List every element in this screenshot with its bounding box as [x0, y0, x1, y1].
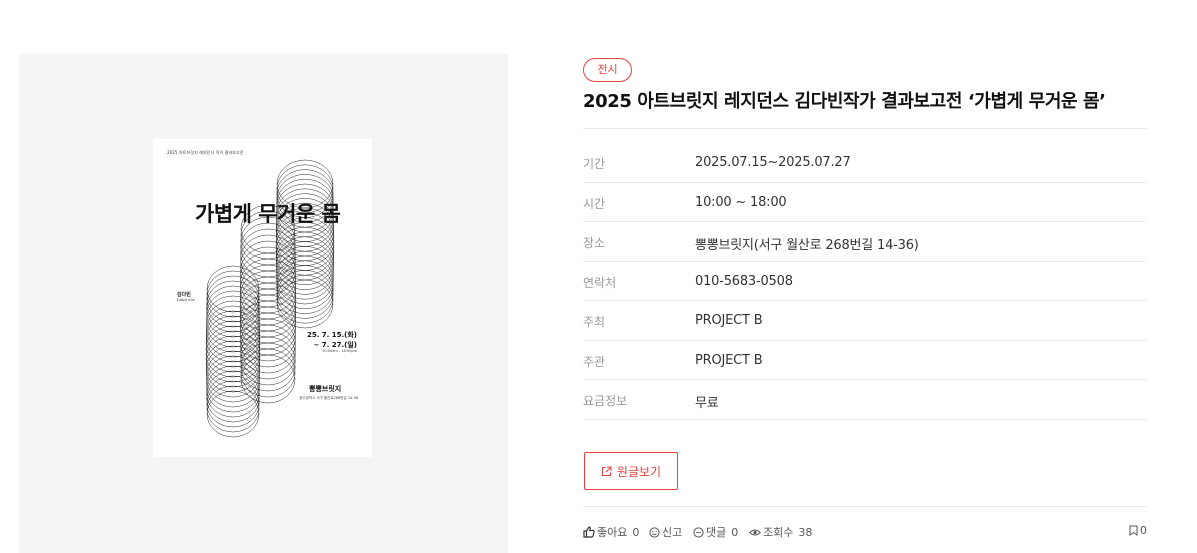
bookmark-icon — [1129, 525, 1138, 536]
detail-row-time: 시간 10:00 ~ 18:00 — [583, 183, 1147, 222]
detail-value: 무료 — [695, 396, 719, 411]
detail-row-organizer: 주관 PROJECT B — [583, 341, 1147, 380]
detail-label: 시간 — [583, 196, 606, 211]
detail-row-place: 장소 뽕뽕브릿지(서구 월산로 268번길 14-36) — [583, 222, 1147, 262]
detail-label: 주관 — [583, 354, 606, 369]
comment-button[interactable]: 댓글 0 — [693, 524, 738, 540]
detail-label: 요금정보 — [583, 394, 628, 408]
poster-artist-en: Dabin Kim — [177, 298, 196, 302]
divider — [583, 506, 1147, 507]
smile-icon — [649, 526, 660, 538]
bookmark-count: 0 — [1140, 524, 1147, 537]
like-button[interactable]: 좋아요 0 — [583, 524, 639, 540]
comment-count: 0 — [731, 525, 739, 539]
detail-value: 2025.07.15~2025.07.27 — [695, 155, 851, 170]
poster-address: 광주광역시 서구 월산로268번길 14-36 — [299, 396, 358, 400]
poster-subtitle: 2025 아트브릿지 레지던시 작가 결과보고전 — [167, 150, 244, 155]
event-title: 2025 아트브릿지 레지던스 김다빈작가 결과보고전 ‘가볍게 무거운 몸’ — [583, 91, 1106, 112]
detail-row-fee: 요금정보 무료 — [583, 380, 1147, 420]
detail-value: 뽕뽕브릿지(서구 월산로 268번길 14-36) — [695, 238, 919, 253]
detail-value: PROJECT B — [695, 313, 763, 328]
detail-row-contact: 연락처 010-5683-0508 — [583, 262, 1147, 301]
views-label: 조회수 — [763, 526, 794, 539]
detail-label: 연락처 — [583, 275, 617, 290]
like-label: 좋아요 — [597, 526, 628, 539]
poster-artist-kr: 김다빈 — [177, 292, 191, 298]
like-count: 0 — [632, 525, 640, 539]
detail-row-period: 기간 2025.07.15~2025.07.27 — [583, 143, 1147, 183]
comment-label: 댓글 — [706, 526, 727, 539]
action-bar: 좋아요 0 신고 댓글 0 조회수 38 0 — [583, 524, 1147, 540]
detail-value: 010-5683-0508 — [695, 273, 793, 289]
poster-venue: 뽕뽕브릿지 — [309, 385, 342, 393]
event-details: 기간 2025.07.15~2025.07.27 시간 10:00 ~ 18:0… — [583, 143, 1147, 420]
detail-label: 주최 — [583, 315, 606, 329]
eye-icon — [749, 529, 761, 535]
divider — [583, 128, 1147, 129]
poster-time: 10:00am - 18:00pm — [322, 349, 357, 353]
external-link-icon — [601, 465, 612, 476]
detail-label: 장소 — [583, 236, 606, 250]
view-original-button[interactable]: 원글보기 — [584, 452, 678, 490]
bookmark-button[interactable]: 0 — [1129, 524, 1147, 537]
view-count: 조회수 38 — [749, 524, 812, 540]
detail-row-host: 주최 PROJECT B — [583, 301, 1147, 341]
poster-title: 가볍게 무거운 몸 — [195, 202, 341, 226]
poster-date-start: 25. 7. 15.(화) — [306, 331, 357, 339]
category-badge: 전시 — [583, 58, 632, 82]
detail-value: 10:00 ~ 18:00 — [695, 194, 787, 210]
thumbs-up-icon — [583, 526, 595, 538]
report-button[interactable]: 신고 — [649, 524, 682, 540]
view-original-label: 원글보기 — [616, 464, 662, 479]
detail-value: PROJECT B — [695, 352, 763, 368]
poster-image: 2025 아트브릿지 레지던시 작가 결과보고전 가볍게 무거운 몸 김다빈 D… — [153, 139, 372, 457]
poster-panel: 2025 아트브릿지 레지던시 작가 결과보고전 가볍게 무거운 몸 김다빈 D… — [19, 54, 508, 553]
views-count: 38 — [798, 525, 813, 539]
detail-label: 기간 — [583, 157, 606, 171]
chat-bubble-icon — [693, 526, 704, 538]
report-label: 신고 — [662, 526, 683, 539]
